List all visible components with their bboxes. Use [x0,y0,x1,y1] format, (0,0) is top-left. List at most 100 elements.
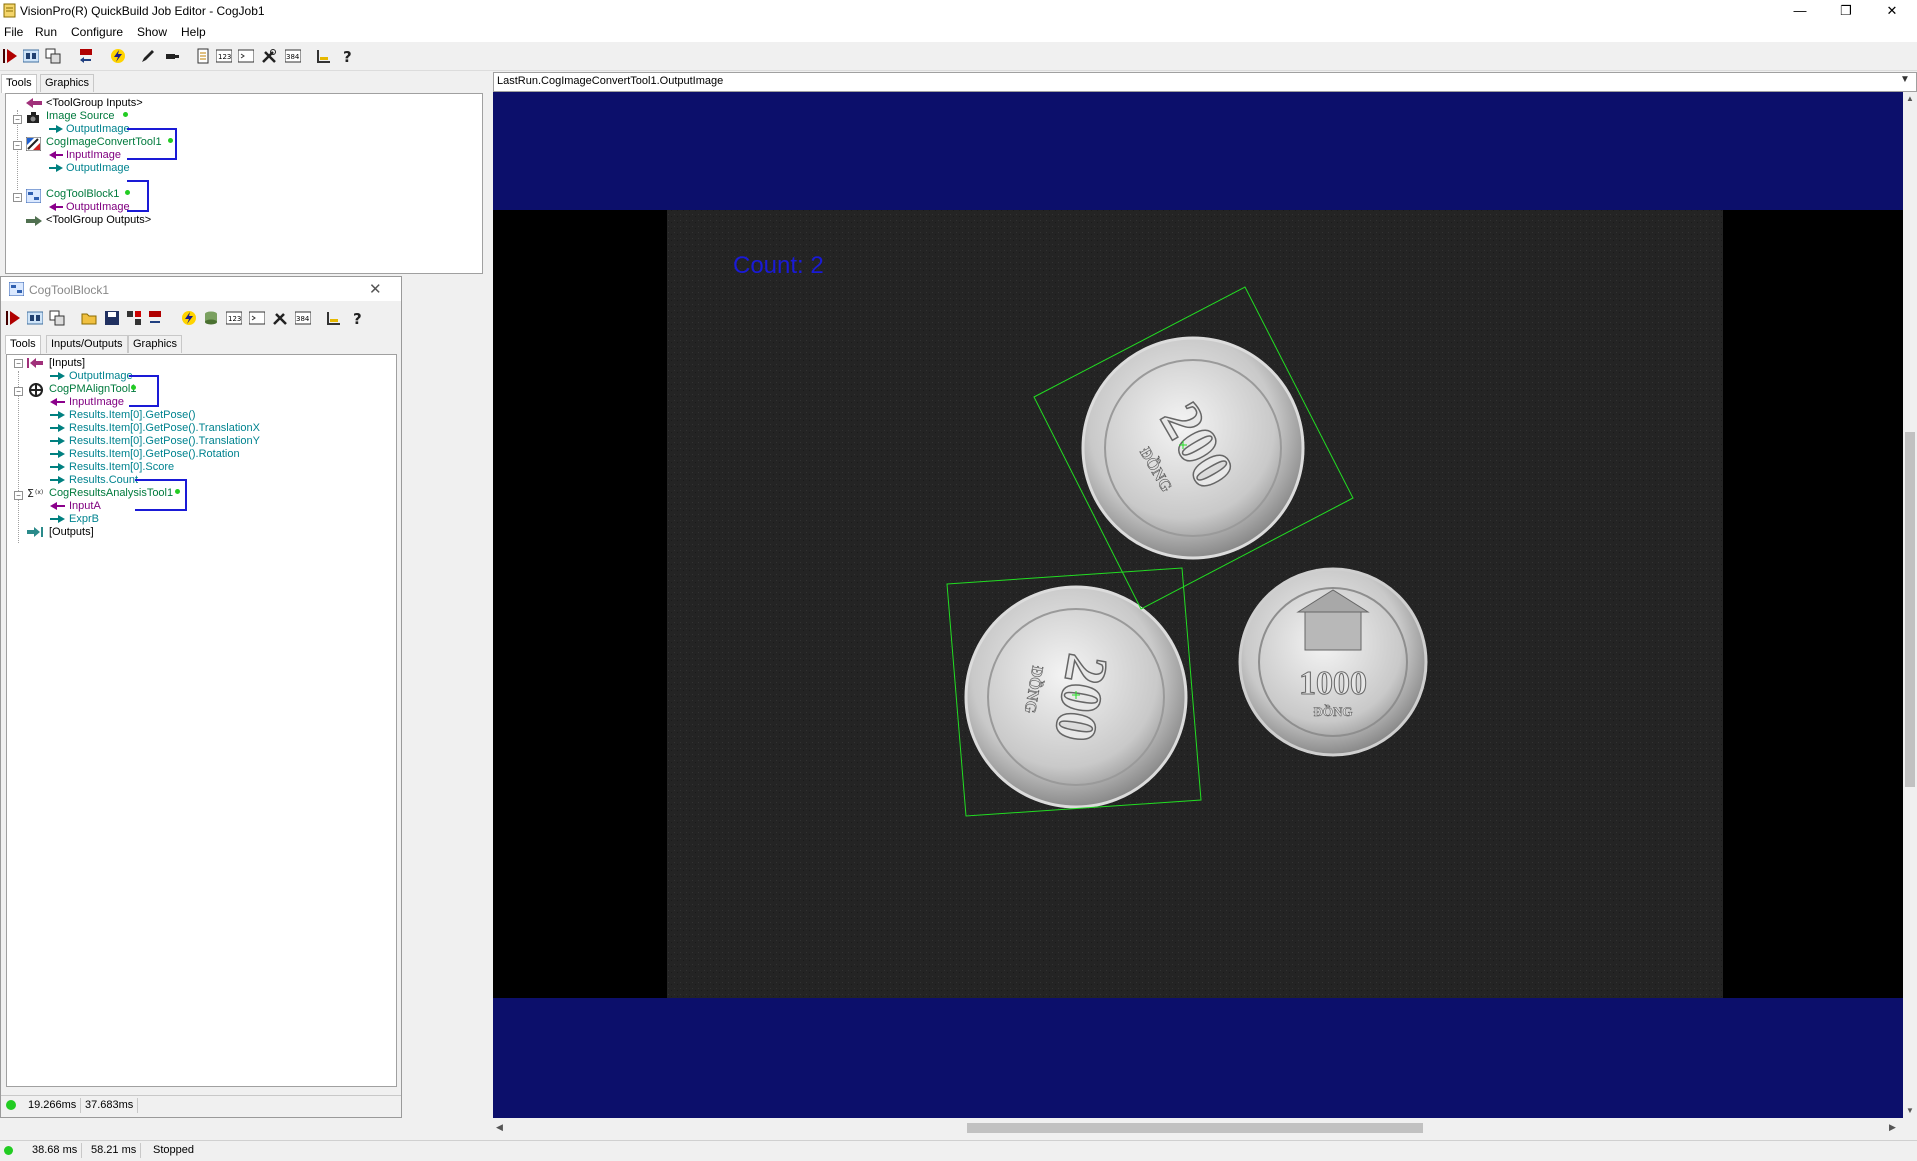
pmalign-output-score[interactable]: Results.Item[0].Score [69,461,174,473]
pmalign-input[interactable]: InputImage [69,396,124,408]
pmalign-output-pose[interactable]: Results.Item[0].GetPose() [69,409,196,421]
numbers-icon[interactable]: 123 [216,48,232,64]
reset-icon[interactable] [147,310,163,326]
menu-configure[interactable]: Configure [71,25,123,39]
status-time-2: 58.21 ms [87,1143,142,1158]
tab-tools[interactable]: Tools [1,74,37,93]
link-connector [127,128,177,160]
calculator-icon[interactable]: 384 [285,48,301,64]
run-once-icon[interactable] [6,310,22,326]
close-button[interactable]: ✕ [1869,0,1915,22]
window-title: VisionPro(R) QuickBuild Job Editor - Cog… [20,4,265,18]
horizontal-scrollbar[interactable]: ◀ ▶ [493,1120,1903,1136]
pmalign-output-translationx[interactable]: Results.Item[0].GetPose().TranslationX [69,422,260,434]
scroll-left-icon[interactable]: ◀ [496,1122,503,1133]
block-input-outputimage[interactable]: OutputImage [69,370,133,382]
block-outputs[interactable]: [Outputs] [49,526,94,538]
coin-unit-text: ĐỒNG [1314,704,1353,719]
output-arrow-icon [58,515,65,523]
count-overlay: Count: 2 [733,252,824,279]
toolgroup-inputs[interactable]: <ToolGroup Inputs> [46,97,143,109]
save-icon[interactable] [104,310,120,326]
menu-show[interactable]: Show [137,25,167,39]
menu-file[interactable]: File [4,25,23,39]
tools-icon[interactable] [272,310,288,326]
pmalign-output-rotation[interactable]: Results.Item[0].GetPose().Rotation [69,448,240,460]
properties-icon[interactable] [126,310,142,326]
numbers-icon[interactable]: 123 [226,310,242,326]
pmalign-output-translationy[interactable]: Results.Item[0].GetPose().TranslationY [69,435,260,447]
open-folder-icon[interactable] [81,310,97,326]
run-continuous-icon[interactable] [23,48,39,64]
measure-icon[interactable] [316,48,332,64]
run-continuous-icon[interactable] [27,310,43,326]
help-icon[interactable]: ? [340,48,356,64]
reset-icon[interactable] [78,48,94,64]
vertical-scroll-thumb[interactable] [1905,432,1915,787]
tab-graphics[interactable]: Graphics [40,74,95,92]
collapse-pmalign[interactable]: − [14,387,23,396]
terminal-icon[interactable] [249,310,265,326]
connector-icon[interactable] [164,48,180,64]
notepad-icon[interactable] [195,48,211,64]
svg-text:384: 384 [296,315,310,323]
tool-pmalign[interactable]: CogPMAlignTool1 [49,383,136,395]
subwindow-close-button[interactable]: ✕ [369,280,382,298]
tools-icon[interactable] [261,48,277,64]
vertical-scrollbar[interactable]: ▲ ▼ [1903,92,1917,1118]
image-source-output[interactable]: OutputImage [66,123,130,135]
menu-bar: File Run Configure Show Help [0,22,1917,42]
tool-toolblock[interactable]: CogToolBlock1 [46,188,119,200]
help-icon[interactable]: ? [350,310,366,326]
convert-tool-output[interactable]: OutputImage [66,162,130,174]
analysis-input-a[interactable]: InputA [69,500,101,512]
maximize-button[interactable]: ❐ [1823,0,1869,22]
collapse-analysis[interactable]: − [14,491,23,500]
sub-tab-inputs-outputs[interactable]: Inputs/Outputs [46,335,128,353]
chevron-down-icon[interactable]: ▼ [1900,74,1910,85]
menu-help[interactable]: Help [181,25,206,39]
image-display: LastRun.CogImageConvertTool1.OutputImage… [493,72,1917,1138]
title-bar: VisionPro(R) QuickBuild Job Editor - Cog… [0,0,1917,22]
terminal-icon[interactable] [238,48,254,64]
copy-icon[interactable] [45,48,61,64]
image-selector[interactable]: LastRun.CogImageConvertTool1.OutputImage… [493,72,1917,92]
image-convert-icon [26,137,41,151]
menu-run[interactable]: Run [35,25,57,39]
subwindow-toolbar: 123 384 ? [1,305,401,331]
run-once-icon[interactable] [3,48,19,64]
analysis-expr-b[interactable]: ExprB [69,513,99,525]
image-canvas[interactable]: Count: 2 200 ĐỒNG 200 ĐỒNG 1000 ĐỒNG [493,92,1903,1118]
calculator-icon[interactable]: 384 [295,310,311,326]
pen-icon[interactable] [140,48,156,64]
tool-image-source[interactable]: Image Source [46,110,114,122]
output-arrow-icon [58,424,65,432]
output-arrow-icon [56,164,63,172]
scroll-down-icon[interactable]: ▼ [1906,1106,1914,1115]
minimize-button[interactable]: — [1777,0,1823,22]
coin-value-text: 1000 [1299,665,1367,702]
collapse-image-source[interactable]: − [13,115,22,124]
pmalign-icon [29,383,43,397]
measure-icon[interactable] [326,310,342,326]
collapse-convert-tool[interactable]: − [13,141,22,150]
block-inputs[interactable]: [Inputs] [49,357,85,369]
lightning-icon[interactable] [181,310,197,326]
output-arrow-icon [58,463,65,471]
collapse-toolblock[interactable]: − [13,193,22,202]
sub-tab-graphics[interactable]: Graphics [128,335,183,353]
svg-text:123: 123 [218,53,231,61]
toolgroup-outputs[interactable]: <ToolGroup Outputs> [46,214,151,226]
database-icon[interactable] [203,310,219,326]
scroll-right-icon[interactable]: ▶ [1889,1122,1896,1133]
convert-tool-input[interactable]: InputImage [66,149,121,161]
pmalign-output-count[interactable]: Results.Count [69,474,138,486]
scroll-up-icon[interactable]: ▲ [1906,94,1914,103]
toolblock-output[interactable]: OutputImage [66,201,130,213]
collapse-inputs[interactable]: − [14,359,23,368]
horizontal-scroll-thumb[interactable] [967,1123,1423,1133]
sub-tab-tools[interactable]: Tools [5,335,41,354]
lightning-icon[interactable] [110,48,126,64]
status-ok-icon [4,1146,13,1155]
copy-icon[interactable] [49,310,65,326]
